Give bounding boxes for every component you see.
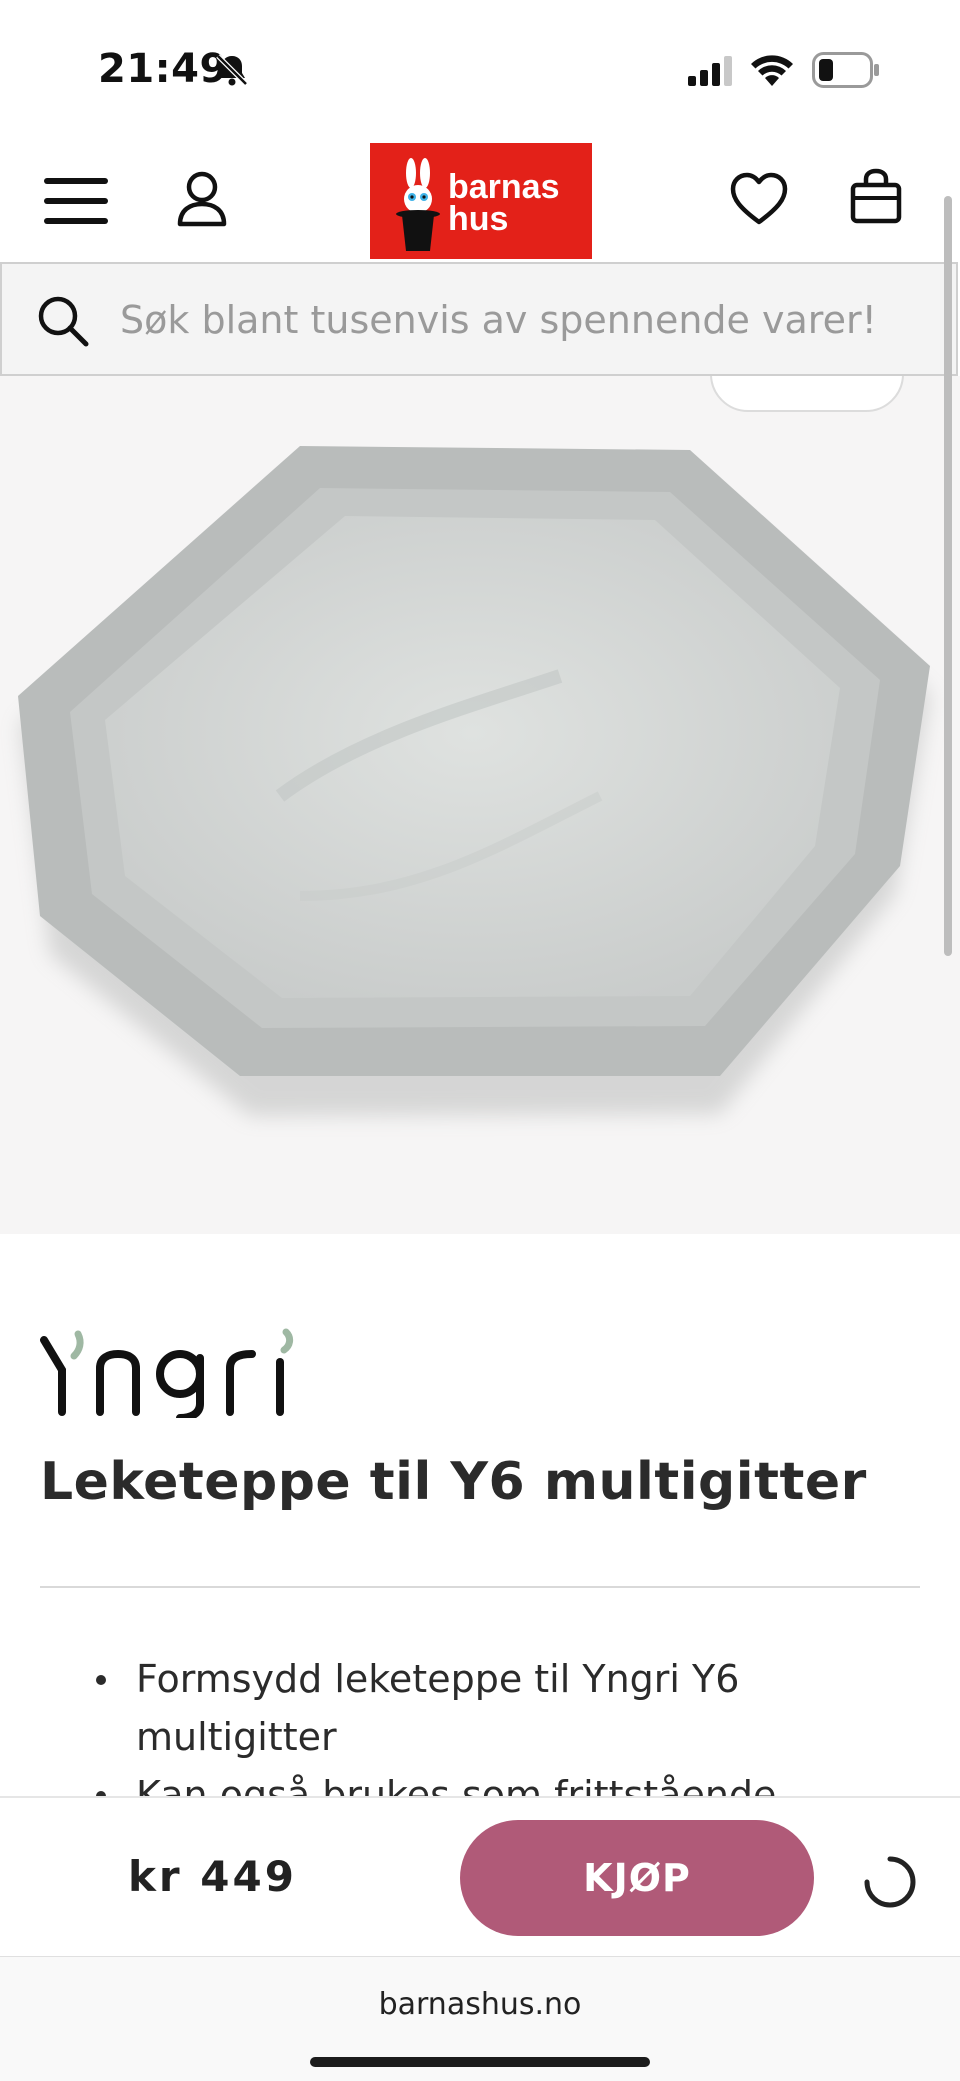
spinner-icon	[864, 1856, 916, 1908]
image-badge-button[interactable]	[710, 376, 904, 412]
browser-url-bar[interactable]: barnashus.no	[0, 1956, 960, 2081]
page-scrollbar[interactable]	[944, 196, 952, 956]
bell-slash-icon	[216, 54, 248, 86]
signal-icon	[688, 56, 732, 86]
product-image[interactable]	[0, 376, 960, 1234]
buy-button[interactable]: KJØP	[460, 1820, 814, 1936]
product-title: Leketeppe til Y6 multigitter	[40, 1452, 867, 1512]
list-item: Formsydd leketeppe til Yngri Y6 multigit…	[90, 1650, 850, 1766]
search-bar[interactable]	[0, 262, 958, 376]
heart-icon[interactable]	[730, 172, 788, 226]
divider	[40, 1586, 920, 1588]
home-indicator[interactable]	[310, 2057, 650, 2067]
account-icon[interactable]	[176, 170, 228, 228]
status-time: 21:49	[98, 46, 228, 92]
battery-icon	[812, 52, 879, 88]
site-header: barnas hus	[0, 140, 960, 260]
url-text[interactable]: barnashus.no	[0, 1987, 960, 2022]
logo-text: barnas hus	[448, 168, 560, 238]
page: 21:49 barnas hus Søk blant tusenvis av s…	[0, 0, 960, 2081]
product-price: kr 449	[128, 1852, 297, 1901]
site-logo[interactable]: barnas hus	[370, 143, 592, 259]
brand-logo[interactable]	[40, 1328, 310, 1418]
search-icon	[38, 296, 89, 347]
wifi-icon	[751, 55, 793, 86]
playmat-photo	[18, 446, 930, 1116]
menu-icon[interactable]	[44, 178, 108, 228]
status-bar: 21:49	[0, 0, 960, 130]
bag-icon[interactable]	[850, 168, 902, 224]
buy-bar: kr 449 KJØP	[0, 1796, 960, 1958]
rabbit-hat-icon	[396, 158, 440, 251]
search-input[interactable]	[120, 292, 920, 348]
